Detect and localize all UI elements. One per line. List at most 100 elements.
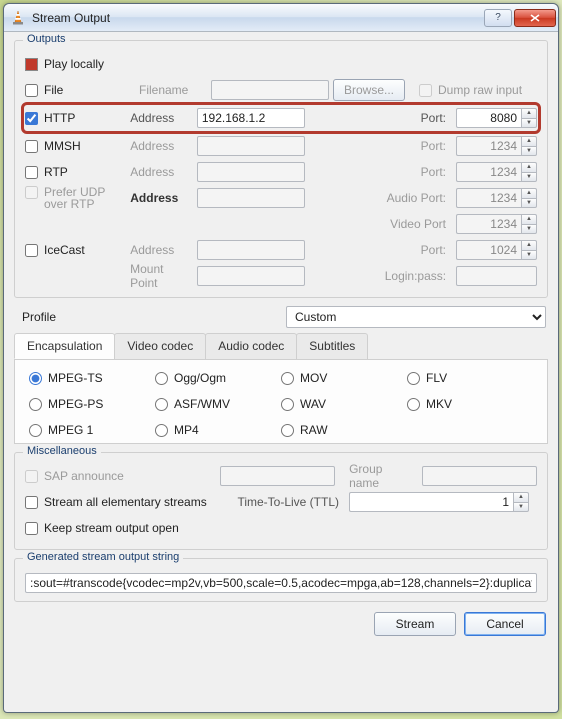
sap-checkbox[interactable] xyxy=(25,470,38,483)
http-checkbox[interactable] xyxy=(25,112,38,125)
encap-radio[interactable] xyxy=(407,398,420,411)
spin-up-icon[interactable]: ▲ xyxy=(521,108,537,118)
dump-raw-checkbox[interactable] xyxy=(419,84,432,97)
file-checkbox[interactable] xyxy=(25,84,38,97)
play-locally-check[interactable]: Play locally xyxy=(25,57,135,71)
http-check[interactable]: HTTP xyxy=(25,111,126,125)
spin-down-icon[interactable]: ▼ xyxy=(513,502,529,513)
keepopen-checkbox[interactable] xyxy=(25,522,38,535)
encap-option-flv[interactable]: FLV xyxy=(407,371,533,385)
profile-select[interactable]: Custom xyxy=(286,306,546,328)
spin-down-icon[interactable]: ▼ xyxy=(521,146,537,157)
rtp-checkbox[interactable] xyxy=(25,166,38,179)
generated-string-input[interactable] xyxy=(25,573,537,593)
tab-video-codec[interactable]: Video codec xyxy=(114,333,206,359)
mmsh-row: MMSH Address Port: ▲▼ xyxy=(25,133,537,159)
dump-raw-check[interactable]: Dump raw input xyxy=(419,83,522,97)
http-port-input[interactable] xyxy=(456,108,521,128)
encap-option-mp4[interactable]: MP4 xyxy=(155,423,281,437)
mmsh-port-spinner[interactable]: ▲▼ xyxy=(456,136,537,156)
spin-up-icon[interactable]: ▲ xyxy=(513,492,529,502)
encap-radio[interactable] xyxy=(29,372,42,385)
tab-audio-codec[interactable]: Audio codec xyxy=(205,333,297,359)
encap-radio[interactable] xyxy=(281,424,294,437)
rtp-address-input[interactable] xyxy=(197,162,306,182)
streamall-check[interactable]: Stream all elementary streams xyxy=(25,495,225,509)
icecast-address-input[interactable] xyxy=(197,240,306,260)
spin-down-icon[interactable]: ▼ xyxy=(521,118,537,129)
spin-up-icon[interactable]: ▲ xyxy=(521,240,537,250)
rtp-check[interactable]: RTP xyxy=(25,165,126,179)
encap-radio-label: WAV xyxy=(300,397,326,411)
icecast-port-input[interactable] xyxy=(456,240,521,260)
file-check[interactable]: File xyxy=(25,83,135,97)
sap-check[interactable]: SAP announce xyxy=(25,469,216,483)
spin-down-icon[interactable]: ▼ xyxy=(521,172,537,183)
tab-subtitles[interactable]: Subtitles xyxy=(296,333,368,359)
encap-radio[interactable] xyxy=(155,372,168,385)
stream-button[interactable]: Stream xyxy=(374,612,456,636)
encap-option-mpeg-ts[interactable]: MPEG-TS xyxy=(29,371,155,385)
spin-up-icon[interactable]: ▲ xyxy=(521,162,537,172)
ttl-input[interactable] xyxy=(349,492,513,512)
profile-section: Profile Custom Encapsulation Video codec… xyxy=(14,306,548,444)
encap-radio[interactable] xyxy=(29,424,42,437)
cancel-button[interactable]: Cancel xyxy=(464,612,546,636)
udp-checkbox[interactable] xyxy=(25,186,38,199)
help-button[interactable]: ? xyxy=(484,9,512,27)
encap-radio[interactable] xyxy=(155,424,168,437)
mount-input[interactable] xyxy=(197,266,305,286)
login-input[interactable] xyxy=(456,266,537,286)
ttl-spinner[interactable]: ▲▼ xyxy=(349,492,529,512)
file-label: File xyxy=(44,83,63,97)
encap-radio[interactable] xyxy=(281,398,294,411)
tab-encapsulation[interactable]: Encapsulation xyxy=(14,333,115,359)
browse-button[interactable]: Browse... xyxy=(333,79,405,101)
mmsh-checkbox[interactable] xyxy=(25,140,38,153)
icecast-check[interactable]: IceCast xyxy=(25,243,126,257)
udp-audioport-spinner[interactable]: ▲▼ xyxy=(456,188,537,208)
encap-option-wav[interactable]: WAV xyxy=(281,397,407,411)
http-address-input[interactable] xyxy=(197,108,306,128)
streamall-checkbox[interactable] xyxy=(25,496,38,509)
sap-input[interactable] xyxy=(220,466,335,486)
encap-option-mpeg-ps[interactable]: MPEG-PS xyxy=(29,397,155,411)
mmsh-check[interactable]: MMSH xyxy=(25,139,126,153)
udp-videoport-spinner[interactable]: ▲▼ xyxy=(456,214,537,234)
icecast-port-spinner[interactable]: ▲▼ xyxy=(456,240,537,260)
spin-down-icon[interactable]: ▼ xyxy=(521,224,537,235)
udp-check[interactable]: Prefer UDP over RTP xyxy=(25,186,126,210)
keepopen-check[interactable]: Keep stream output open xyxy=(25,521,225,535)
spin-down-icon[interactable]: ▼ xyxy=(521,250,537,261)
encap-option-mov[interactable]: MOV xyxy=(281,371,407,385)
spin-up-icon[interactable]: ▲ xyxy=(521,188,537,198)
encap-radio[interactable] xyxy=(407,372,420,385)
rtp-port-input[interactable] xyxy=(456,162,521,182)
udp-label: Prefer UDP over RTP xyxy=(44,186,126,210)
titlebar[interactable]: Stream Output ? xyxy=(4,4,558,32)
http-port-spinner[interactable]: ▲▼ xyxy=(456,108,537,128)
spin-up-icon[interactable]: ▲ xyxy=(521,136,537,146)
encap-option-mpeg-1[interactable]: MPEG 1 xyxy=(29,423,155,437)
encap-radio[interactable] xyxy=(155,398,168,411)
encap-option-ogg-ogm[interactable]: Ogg/Ogm xyxy=(155,371,281,385)
mmsh-port-input[interactable] xyxy=(456,136,521,156)
encap-option-mkv[interactable]: MKV xyxy=(407,397,533,411)
mmsh-address-input[interactable] xyxy=(197,136,306,156)
encap-radio[interactable] xyxy=(29,398,42,411)
spin-up-icon[interactable]: ▲ xyxy=(521,214,537,224)
close-button[interactable] xyxy=(514,9,556,27)
play-locally-checkbox[interactable] xyxy=(25,58,38,71)
udp-videoport-input[interactable] xyxy=(456,214,521,234)
rtp-port-spinner[interactable]: ▲▼ xyxy=(456,162,537,182)
udp-address-input[interactable] xyxy=(197,188,306,208)
encap-option-raw[interactable]: RAW xyxy=(281,423,407,437)
icecast-checkbox[interactable] xyxy=(25,244,38,257)
filename-input[interactable] xyxy=(211,80,329,100)
udp-address-label: Address xyxy=(130,191,193,205)
groupname-input[interactable] xyxy=(422,466,537,486)
encap-option-asf-wmv[interactable]: ASF/WMV xyxy=(155,397,281,411)
encap-radio[interactable] xyxy=(281,372,294,385)
udp-audioport-input[interactable] xyxy=(456,188,521,208)
spin-down-icon[interactable]: ▼ xyxy=(521,198,537,209)
